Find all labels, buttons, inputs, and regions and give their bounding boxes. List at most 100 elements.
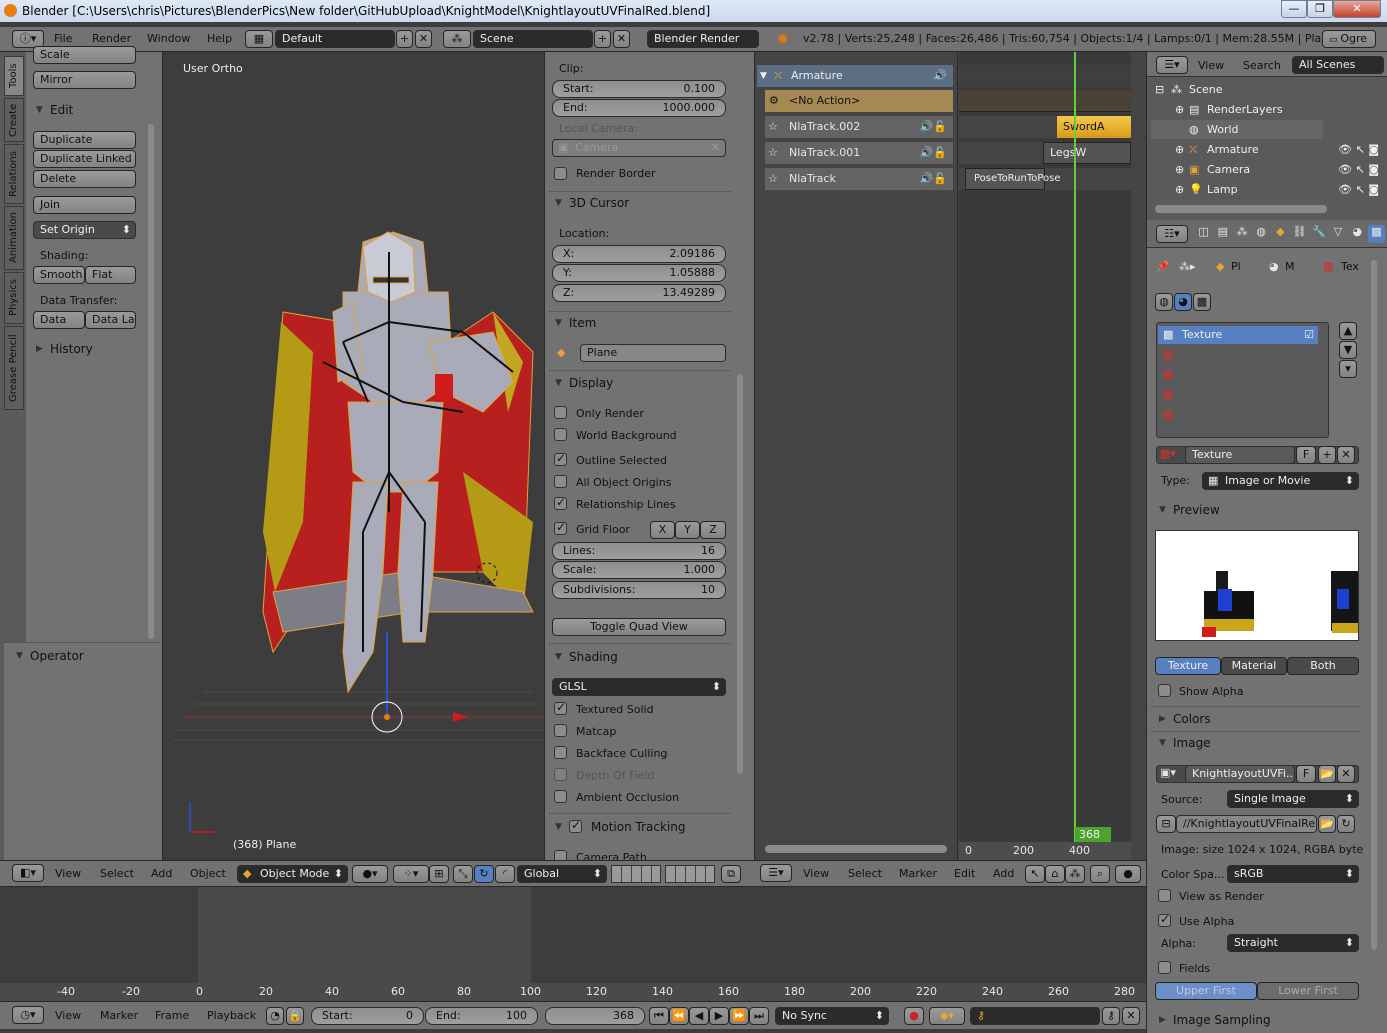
clip-end-field[interactable]: End: 1000.000 <box>552 99 726 117</box>
unlink-image-icon[interactable]: ✕ <box>1337 765 1355 783</box>
insert-keyframe-icon[interactable]: ⚷ <box>1102 1007 1120 1025</box>
auto-keying-icon[interactable]: ● <box>904 1007 924 1025</box>
layer-buttons-2[interactable] <box>665 865 715 883</box>
data-tab-icon[interactable]: ▽ <box>1329 225 1346 243</box>
pivot-point-icon[interactable]: ⁘▾ <box>393 865 429 883</box>
object-tab-icon[interactable]: ◆ <box>1272 225 1289 243</box>
timeline-menu-marker[interactable]: Marker <box>100 1009 138 1022</box>
breadcrumb-object[interactable]: Pl <box>1231 260 1241 273</box>
strip-posetoruntopose[interactable]: PoseToRunToPose <box>965 168 1061 190</box>
keying-set-icon[interactable]: ◆▾ <box>929 1007 965 1025</box>
add-scene-icon[interactable]: + <box>594 30 611 48</box>
jump-to-start-icon[interactable]: ⏮ <box>649 1007 669 1025</box>
clip-start-field[interactable]: Start: 0.100 <box>552 80 726 98</box>
menu-window[interactable]: Window <box>147 32 190 45</box>
view-as-render-checkbox[interactable] <box>1158 889 1171 902</box>
close-button[interactable]: ✕ <box>1333 0 1381 18</box>
image-name-field[interactable]: KnightlayoutUVFi... <box>1185 765 1295 783</box>
item-panel-header[interactable]: Item <box>551 312 731 334</box>
layout-field[interactable]: Default <box>275 30 395 48</box>
render-border-checkbox[interactable] <box>554 167 567 180</box>
menu-render[interactable]: Render <box>92 32 131 45</box>
search-icon[interactable]: ⌕ <box>1090 865 1110 883</box>
grid-floor-checkbox[interactable] <box>554 520 567 535</box>
empty-slot-icon[interactable]: ▩ <box>1163 388 1173 401</box>
snap-icon[interactable]: ● <box>1115 865 1141 883</box>
view3d-menu-object[interactable]: Object <box>190 867 226 880</box>
preview-tab-texture[interactable]: Texture <box>1155 657 1221 675</box>
scene-tab-icon[interactable]: ⁂ <box>1233 225 1250 243</box>
pack-image-icon[interactable]: ⊟ <box>1156 815 1176 833</box>
menu-help[interactable]: Help <box>207 32 232 45</box>
properties-scrollbar[interactable] <box>737 374 743 774</box>
nla-track[interactable]: ☆ NlaTrack 🔊🔓 <box>765 168 953 190</box>
depth-of-field-checkbox[interactable] <box>554 768 567 781</box>
texture-slot-active[interactable]: ▩ Texture ☑ <box>1158 326 1318 344</box>
preview-range-icon[interactable]: ◔ <box>266 1007 284 1025</box>
cursor-z-field[interactable]: Z: 13.49289 <box>552 284 726 302</box>
browse-file-icon[interactable]: 📂 <box>1318 815 1336 833</box>
fields-checkbox[interactable] <box>1158 961 1171 974</box>
delete-button[interactable]: Delete <box>33 170 136 188</box>
world-texture-context-icon[interactable]: ◍ <box>1155 293 1173 311</box>
orientation-select[interactable]: Global ⬍ <box>517 865 607 883</box>
camera-path-checkbox[interactable] <box>554 850 567 860</box>
use-alpha-checkbox[interactable] <box>1158 912 1171 927</box>
preview-tab-material[interactable]: Material <box>1221 657 1287 675</box>
3d-cursor-panel-header[interactable]: 3D Cursor <box>551 192 731 214</box>
scene-field[interactable]: Scene <box>473 30 593 48</box>
render-layers-tab-icon[interactable]: ▤ <box>1214 225 1231 243</box>
reload-image-icon[interactable]: ↻ <box>1337 815 1355 833</box>
mode-select[interactable]: ◆ Object Mode ⬍ <box>237 865 348 883</box>
texture-properties-scrollbar[interactable] <box>1371 260 1377 950</box>
lower-first-button[interactable]: Lower First <box>1257 982 1359 1000</box>
image-panel-header[interactable]: Image <box>1155 732 1355 754</box>
active-keying-set-field[interactable]: ⚷ <box>970 1007 1100 1025</box>
scale-manipulator-icon[interactable]: ◜ <box>495 865 515 883</box>
outliner-editor-type-icon[interactable]: ☰▾ <box>1156 56 1188 74</box>
layer-buttons[interactable] <box>611 865 661 883</box>
manipulator-toggle-icon[interactable]: ⊞ <box>429 865 449 883</box>
display-panel-header[interactable]: Display <box>551 372 731 394</box>
history-panel-header[interactable]: History <box>32 338 142 360</box>
view3d-menu-view[interactable]: View <box>55 867 81 880</box>
current-frame-field[interactable]: 368 <box>545 1007 645 1025</box>
nla-track-002[interactable]: ☆ NlaTrack.002 🔊🔓 <box>765 116 953 138</box>
image-sampling-panel-header[interactable]: Image Sampling <box>1155 1009 1355 1031</box>
modifiers-tab-icon[interactable]: 🔧 <box>1310 225 1327 243</box>
jump-to-keyframe-forward-icon[interactable]: ⏩ <box>729 1007 749 1025</box>
tab-physics[interactable]: Physics <box>4 272 24 324</box>
ghost-icon[interactable]: ⌂ <box>1045 865 1065 883</box>
grid-scale-field[interactable]: Scale: 1.000 <box>552 561 726 579</box>
tab-relations[interactable]: Relations <box>4 144 24 204</box>
material-tab-icon[interactable]: ◕ <box>1349 225 1366 243</box>
ambient-occlusion-checkbox[interactable] <box>554 790 567 803</box>
edit-panel-header[interactable]: Edit <box>32 99 142 121</box>
grid-lines-field[interactable]: Lines: 16 <box>552 542 726 560</box>
outliner-menu-view[interactable]: View <box>1198 59 1224 72</box>
minimize-button[interactable]: — <box>1281 0 1307 18</box>
world-tab-icon[interactable]: ◍ <box>1253 225 1270 243</box>
outliner-item-scene[interactable]: ⊟ ⁂ Scene <box>1151 80 1383 99</box>
move-slot-up-icon[interactable]: ▲ <box>1339 322 1357 340</box>
new-texture-icon[interactable]: + <box>1318 446 1336 464</box>
texture-name-field[interactable]: Texture <box>1185 446 1295 464</box>
alpha-mode-select[interactable]: Straight ⬍ <box>1227 934 1359 952</box>
jump-to-end-icon[interactable]: ⏭ <box>749 1007 769 1025</box>
tab-create[interactable]: Create <box>4 98 24 142</box>
nla-menu-edit[interactable]: Edit <box>954 867 975 880</box>
colors-panel-header[interactable]: Colors <box>1155 708 1355 730</box>
other-texture-context-icon[interactable]: ▩ <box>1193 293 1211 311</box>
empty-slot-icon[interactable]: ▩ <box>1163 368 1173 381</box>
timeline-menu-view[interactable]: View <box>55 1009 81 1022</box>
only-render-checkbox[interactable] <box>554 406 567 419</box>
current-frame-indicator[interactable]: 368 <box>1075 827 1111 842</box>
nla-scroll-right[interactable] <box>1131 52 1147 842</box>
motion-tracking-checkbox[interactable] <box>569 818 582 833</box>
matcap-checkbox[interactable] <box>554 724 567 737</box>
nla-menu-view[interactable]: View <box>803 867 829 880</box>
image-browse-icon[interactable]: ▣▾ <box>1160 766 1176 779</box>
outliner-item-camera[interactable]: ⊕ ▣ Camera 👁 ↖ ◙ <box>1151 160 1383 179</box>
data-button[interactable]: Data <box>33 311 85 329</box>
remove-layout-icon[interactable]: ✕ <box>415 30 432 48</box>
